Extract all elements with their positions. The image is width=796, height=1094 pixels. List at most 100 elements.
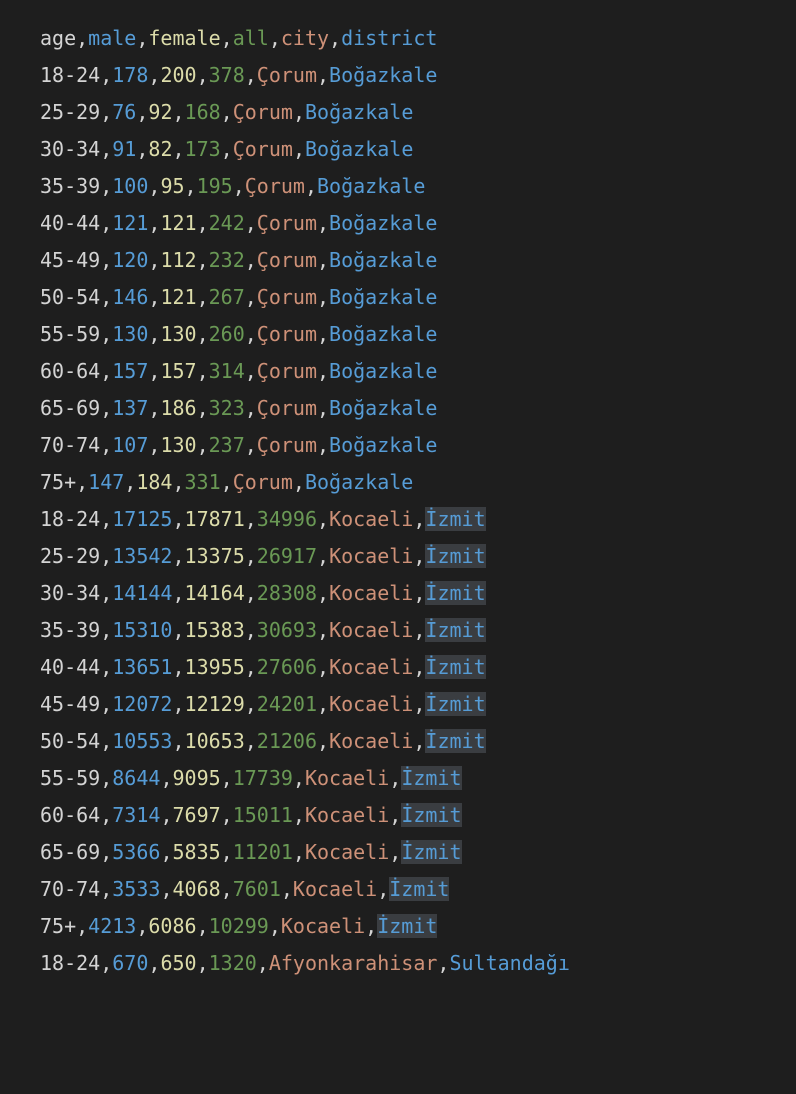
cell-male: 146 (112, 285, 148, 309)
csv-data-row: 18-24,178,200,378,Çorum,Boğazkale (40, 57, 756, 94)
comma: , (197, 248, 209, 272)
cell-age: 50-54 (40, 285, 100, 309)
cell-female: 82 (148, 137, 172, 161)
comma: , (413, 692, 425, 716)
csv-data-row: 45-49,12072,12129,24201,Kocaeli,İzmit (40, 686, 756, 723)
comma: , (197, 285, 209, 309)
comma: , (100, 211, 112, 235)
csv-data-row: 50-54,10553,10653,21206,Kocaeli,İzmit (40, 723, 756, 760)
csv-data-row: 60-64,157,157,314,Çorum,Boğazkale (40, 353, 756, 390)
cell-city: Kocaeli (293, 877, 377, 901)
cell-age: 70-74 (40, 433, 100, 457)
csv-data-row: 18-24,670,650,1320,Afyonkarahisar,Sultan… (40, 945, 756, 982)
cell-city: Çorum (257, 63, 317, 87)
cell-district: İzmit (425, 618, 485, 642)
cell-all: 232 (209, 248, 245, 272)
cell-city: Çorum (257, 248, 317, 272)
cell-female: 9095 (172, 766, 220, 790)
comma: , (197, 433, 209, 457)
cell-all: 10299 (209, 914, 269, 938)
comma: , (245, 396, 257, 420)
comma: , (317, 248, 329, 272)
cell-district: Boğazkale (329, 211, 437, 235)
comma: , (257, 951, 269, 975)
cell-city: Çorum (257, 396, 317, 420)
comma: , (221, 840, 233, 864)
comma: , (293, 470, 305, 494)
cell-male: 12072 (112, 692, 172, 716)
comma: , (160, 803, 172, 827)
cell-all: 267 (209, 285, 245, 309)
cell-district: Boğazkale (317, 174, 425, 198)
cell-age: 35-39 (40, 618, 100, 642)
cell-all: 237 (209, 433, 245, 457)
code-editor[interactable]: age,male,female,all,city,district18-24,1… (40, 20, 756, 982)
cell-city: Kocaeli (329, 507, 413, 531)
cell-district: İzmit (425, 581, 485, 605)
comma: , (413, 655, 425, 679)
cell-male: 121 (112, 211, 148, 235)
comma: , (197, 396, 209, 420)
comma: , (245, 211, 257, 235)
cell-age: 45-49 (40, 692, 100, 716)
cell-city: Kocaeli (281, 914, 365, 938)
cell-age: 50-54 (40, 729, 100, 753)
csv-data-row: 25-29,76,92,168,Çorum,Boğazkale (40, 94, 756, 131)
csv-data-row: 35-39,100,95,195,Çorum,Boğazkale (40, 168, 756, 205)
comma: , (197, 63, 209, 87)
csv-data-row: 25-29,13542,13375,26917,Kocaeli,İzmit (40, 538, 756, 575)
comma: , (76, 470, 88, 494)
comma: , (136, 26, 148, 50)
cell-district: İzmit (425, 655, 485, 679)
csv-data-row: 50-54,146,121,267,Çorum,Boğazkale (40, 279, 756, 316)
cell-city: Çorum (233, 470, 293, 494)
cell-female: 95 (160, 174, 184, 198)
comma: , (293, 100, 305, 124)
comma: , (100, 359, 112, 383)
comma: , (160, 877, 172, 901)
csv-data-row: 45-49,120,112,232,Çorum,Boğazkale (40, 242, 756, 279)
cell-district: İzmit (425, 507, 485, 531)
cell-female: 157 (160, 359, 196, 383)
comma: , (185, 174, 197, 198)
cell-age: 40-44 (40, 211, 100, 235)
cell-age: 70-74 (40, 877, 100, 901)
comma: , (245, 248, 257, 272)
comma: , (413, 729, 425, 753)
comma: , (317, 433, 329, 457)
comma: , (305, 174, 317, 198)
comma: , (172, 618, 184, 642)
comma: , (148, 433, 160, 457)
comma: , (245, 507, 257, 531)
comma: , (221, 877, 233, 901)
header-all: all (233, 26, 269, 50)
cell-male: 17125 (112, 507, 172, 531)
cell-all: 314 (209, 359, 245, 383)
cell-city: Kocaeli (329, 729, 413, 753)
comma: , (100, 63, 112, 87)
cell-female: 15383 (185, 618, 245, 642)
cell-city: Kocaeli (329, 692, 413, 716)
comma: , (172, 581, 184, 605)
comma: , (245, 544, 257, 568)
cell-all: 30693 (257, 618, 317, 642)
comma: , (245, 433, 257, 457)
cell-male: 120 (112, 248, 148, 272)
cell-all: 34996 (257, 507, 317, 531)
comma: , (317, 63, 329, 87)
cell-all: 27606 (257, 655, 317, 679)
cell-all: 260 (209, 322, 245, 346)
comma: , (100, 396, 112, 420)
comma: , (317, 581, 329, 605)
cell-district: Boğazkale (305, 470, 413, 494)
cell-female: 121 (160, 285, 196, 309)
comma: , (365, 914, 377, 938)
cell-all: 11201 (233, 840, 293, 864)
comma: , (245, 692, 257, 716)
comma: , (413, 507, 425, 531)
cell-city: Çorum (257, 359, 317, 383)
cell-male: 670 (112, 951, 148, 975)
comma: , (76, 26, 88, 50)
comma: , (221, 803, 233, 827)
comma: , (269, 914, 281, 938)
